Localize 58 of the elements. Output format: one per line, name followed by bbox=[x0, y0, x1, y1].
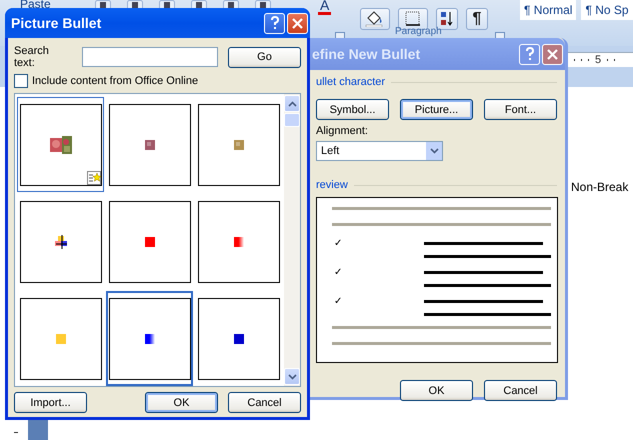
vertical-ruler bbox=[28, 420, 48, 440]
font-color-button[interactable]: A bbox=[318, 0, 332, 15]
scroll-up-button[interactable] bbox=[284, 95, 300, 112]
close-button[interactable] bbox=[542, 44, 563, 64]
close-icon bbox=[292, 18, 303, 28]
document-text: Non-Break bbox=[571, 180, 628, 194]
format-button[interactable] bbox=[223, 0, 239, 8]
chevron-up-icon bbox=[288, 100, 296, 106]
bullet-option[interactable] bbox=[17, 97, 104, 192]
cancel-button[interactable]: Cancel bbox=[228, 392, 301, 413]
borders-icon bbox=[405, 11, 421, 27]
style-option[interactable]: ¶ Normal bbox=[520, 0, 576, 20]
group-label: ullet character bbox=[316, 76, 386, 88]
bullet-mark: ✓ bbox=[333, 239, 343, 251]
bullet-mark: ✓ bbox=[333, 268, 343, 280]
help-button[interactable] bbox=[519, 44, 540, 64]
group-label: review bbox=[316, 179, 348, 191]
format-button[interactable] bbox=[159, 0, 175, 8]
ok-button[interactable]: OK bbox=[400, 380, 473, 401]
close-button[interactable] bbox=[287, 12, 308, 34]
question-icon bbox=[270, 16, 280, 30]
option-button[interactable]: Font... bbox=[484, 99, 557, 120]
scroll-down-button[interactable] bbox=[284, 368, 300, 385]
chevron-down-icon bbox=[430, 148, 438, 154]
option-button[interactable]: Symbol... bbox=[316, 99, 389, 120]
help-button[interactable] bbox=[264, 12, 285, 34]
question-icon bbox=[524, 47, 534, 61]
format-button[interactable] bbox=[95, 0, 111, 8]
option-button[interactable]: Picture... bbox=[400, 99, 473, 120]
paste-label[interactable]: Paste bbox=[20, 0, 51, 11]
field-label: Alignment: bbox=[316, 125, 369, 139]
bullet-mark: ✓ bbox=[333, 297, 343, 309]
close-icon bbox=[547, 48, 558, 60]
import-button[interactable]: Import... bbox=[14, 392, 87, 413]
window-title: Picture Bullet bbox=[11, 15, 102, 31]
ruler: 5 bbox=[568, 52, 633, 67]
alignment-dropdown[interactable]: Left bbox=[316, 141, 443, 161]
paint-bucket-icon bbox=[365, 11, 385, 27]
go-button[interactable]: Go bbox=[228, 46, 301, 68]
style-option[interactable]: ¶ No Sp bbox=[581, 0, 633, 20]
chevron-down-icon bbox=[288, 374, 296, 380]
format-button[interactable] bbox=[127, 0, 143, 8]
field-label: Search text: bbox=[14, 45, 50, 69]
star-badge-icon bbox=[86, 170, 100, 184]
checkbox-label: Include content from Office Online bbox=[32, 75, 198, 87]
format-button[interactable] bbox=[191, 0, 207, 8]
checkbox[interactable] bbox=[14, 74, 28, 88]
cancel-button[interactable]: Cancel bbox=[484, 380, 557, 401]
bullet-option[interactable] bbox=[106, 291, 193, 386]
shading-button[interactable] bbox=[360, 8, 390, 30]
show-marks-button[interactable]: ¶ bbox=[466, 8, 488, 30]
search-field[interactable] bbox=[82, 47, 218, 67]
group-label: Paragraph bbox=[395, 26, 442, 37]
scrollbar-thumb[interactable] bbox=[284, 113, 300, 127]
sort-icon bbox=[440, 11, 454, 27]
window-title: efine New Bullet bbox=[312, 46, 422, 62]
ok-button[interactable]: OK bbox=[145, 392, 218, 413]
format-button[interactable] bbox=[255, 0, 271, 8]
